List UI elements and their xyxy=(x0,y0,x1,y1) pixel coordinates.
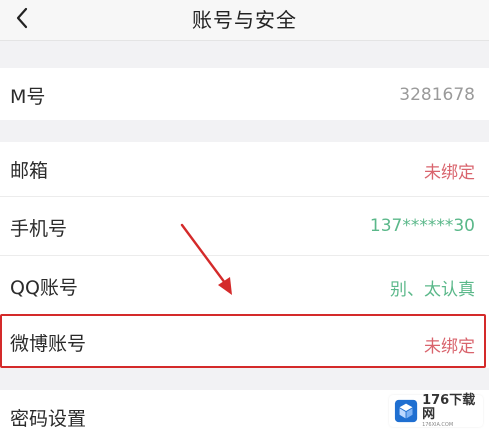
cube-logo-icon xyxy=(394,399,418,423)
qq-account-label: QQ账号 xyxy=(10,277,78,299)
qq-account-value: 别、太认真 xyxy=(390,280,475,300)
password-settings-label: 密码设置 xyxy=(10,408,87,430)
phone-value: 137******30 xyxy=(369,216,475,236)
account-id-label: M号 xyxy=(10,86,46,108)
phone-label: 手机号 xyxy=(10,218,68,240)
watermark-text: 176下载网 xyxy=(422,393,476,422)
site-watermark: 176下载网 176XIA.COM xyxy=(389,393,483,428)
email-status: 未绑定 xyxy=(424,163,475,183)
email-row[interactable]: 邮箱 未绑定 xyxy=(0,142,489,196)
account-id-value: 3281678 xyxy=(399,85,475,105)
watermark-subtext: 176XIA.COM xyxy=(422,422,454,428)
top-nav-bar: 账号与安全 xyxy=(0,0,489,41)
highlight-box xyxy=(0,314,486,368)
page-title: 账号与安全 xyxy=(192,8,297,32)
email-label: 邮箱 xyxy=(10,160,49,182)
annotation-arrow-icon xyxy=(180,223,232,295)
account-id-row: M号 3281678 xyxy=(0,68,489,120)
